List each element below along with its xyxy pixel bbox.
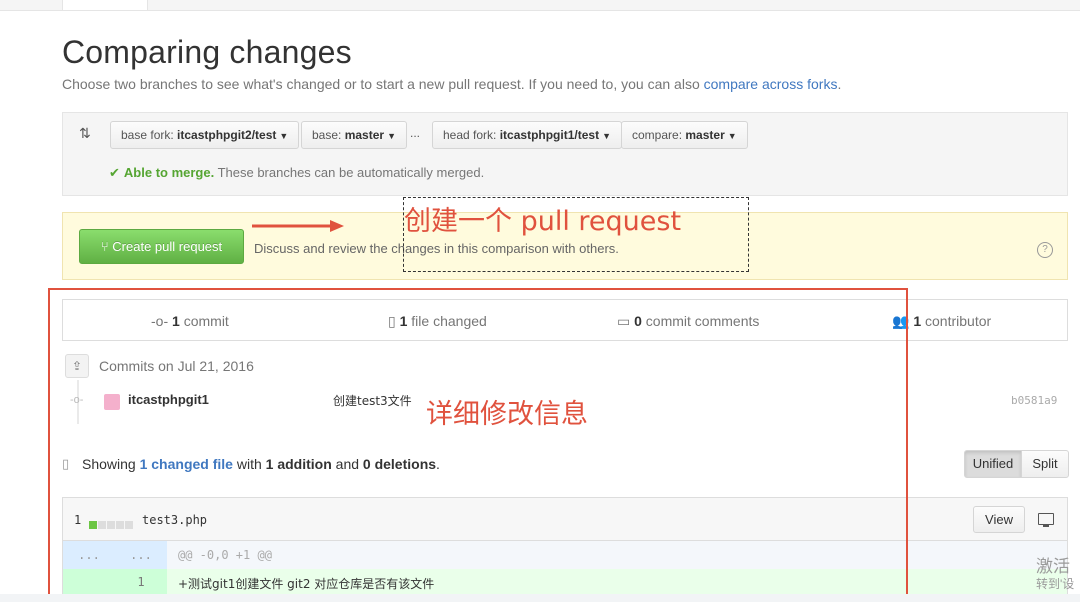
chevron-down-icon: ▼ [279, 131, 289, 141]
base-fork-label: base fork: [121, 128, 174, 142]
display-rich-diff-icon[interactable] [1038, 513, 1054, 527]
chevron-down-icon: ▼ [602, 131, 611, 141]
compare-across-forks-link[interactable]: compare across forks [704, 76, 838, 92]
head-fork-select[interactable]: head fork: itcastphpgit1/test ▼ [432, 121, 622, 149]
create-pull-request-button[interactable]: ⑂ Create pull request [79, 229, 244, 264]
merge-status-label: Able to merge. [123, 165, 215, 180]
base-branch-select[interactable]: base: master ▼ [301, 121, 407, 149]
head-fork-value: itcastphpgit1/test [499, 128, 600, 142]
check-icon: ✔ [109, 165, 120, 180]
compare-branch-label: compare: [632, 128, 683, 142]
help-icon[interactable]: ? [1037, 242, 1053, 258]
activation-watermark-sub: 转到'设 [1036, 577, 1075, 591]
chevron-down-icon: ▼ [387, 131, 396, 141]
subtitle-suffix: . [837, 76, 842, 92]
chevron-down-icon: ▼ [727, 131, 737, 141]
split-view-button[interactable]: Split [1021, 450, 1069, 478]
create-pull-request-label: Create pull request [112, 239, 223, 254]
range-separator: ... [410, 126, 421, 140]
activation-watermark: 激活 [1036, 557, 1070, 576]
unified-view-button[interactable]: Unified [964, 450, 1022, 478]
contributors-count: 1 [913, 313, 922, 329]
annotation-create-note: 创建一个 pull request [404, 206, 682, 237]
compare-branch-select[interactable]: compare: master ▼ [621, 121, 748, 149]
annotation-arrow [252, 220, 344, 232]
contributors-label: contributor [921, 313, 992, 329]
pull-request-icon: ⑂ [100, 239, 109, 254]
page-title: Comparing changes [62, 34, 352, 70]
bottom-edge [0, 594, 1080, 602]
compare-arrows-icon: ⇅ [79, 125, 91, 141]
annotation-detail-note: 详细修改信息 [426, 399, 588, 430]
base-fork-value: itcastphpgit2/test [177, 128, 277, 142]
compare-range-panel: ⇅ base fork: itcastphpgit2/test ▼ base: m… [62, 112, 1068, 196]
merge-status-detail: These branches can be automatically merg… [214, 165, 485, 180]
base-branch-value: master [344, 128, 385, 142]
annotation-red-frame [48, 288, 908, 598]
page-subtitle: Choose two branches to see what's change… [62, 76, 841, 92]
base-fork-select[interactable]: base fork: itcastphpgit2/test ▼ [110, 121, 300, 149]
top-tab-strip [0, 0, 1080, 11]
view-file-button[interactable]: View [973, 506, 1025, 533]
commit-sha-link[interactable]: b0581a9 [1011, 394, 1057, 407]
merge-status: ✔ Able to merge. These branches can be au… [109, 165, 484, 181]
base-branch-label: base: [312, 128, 342, 142]
compare-branch-value: master [685, 128, 725, 142]
head-fork-label: head fork: [443, 128, 497, 142]
active-tab-edge [62, 0, 148, 10]
subtitle-text: Choose two branches to see what's change… [62, 76, 704, 92]
